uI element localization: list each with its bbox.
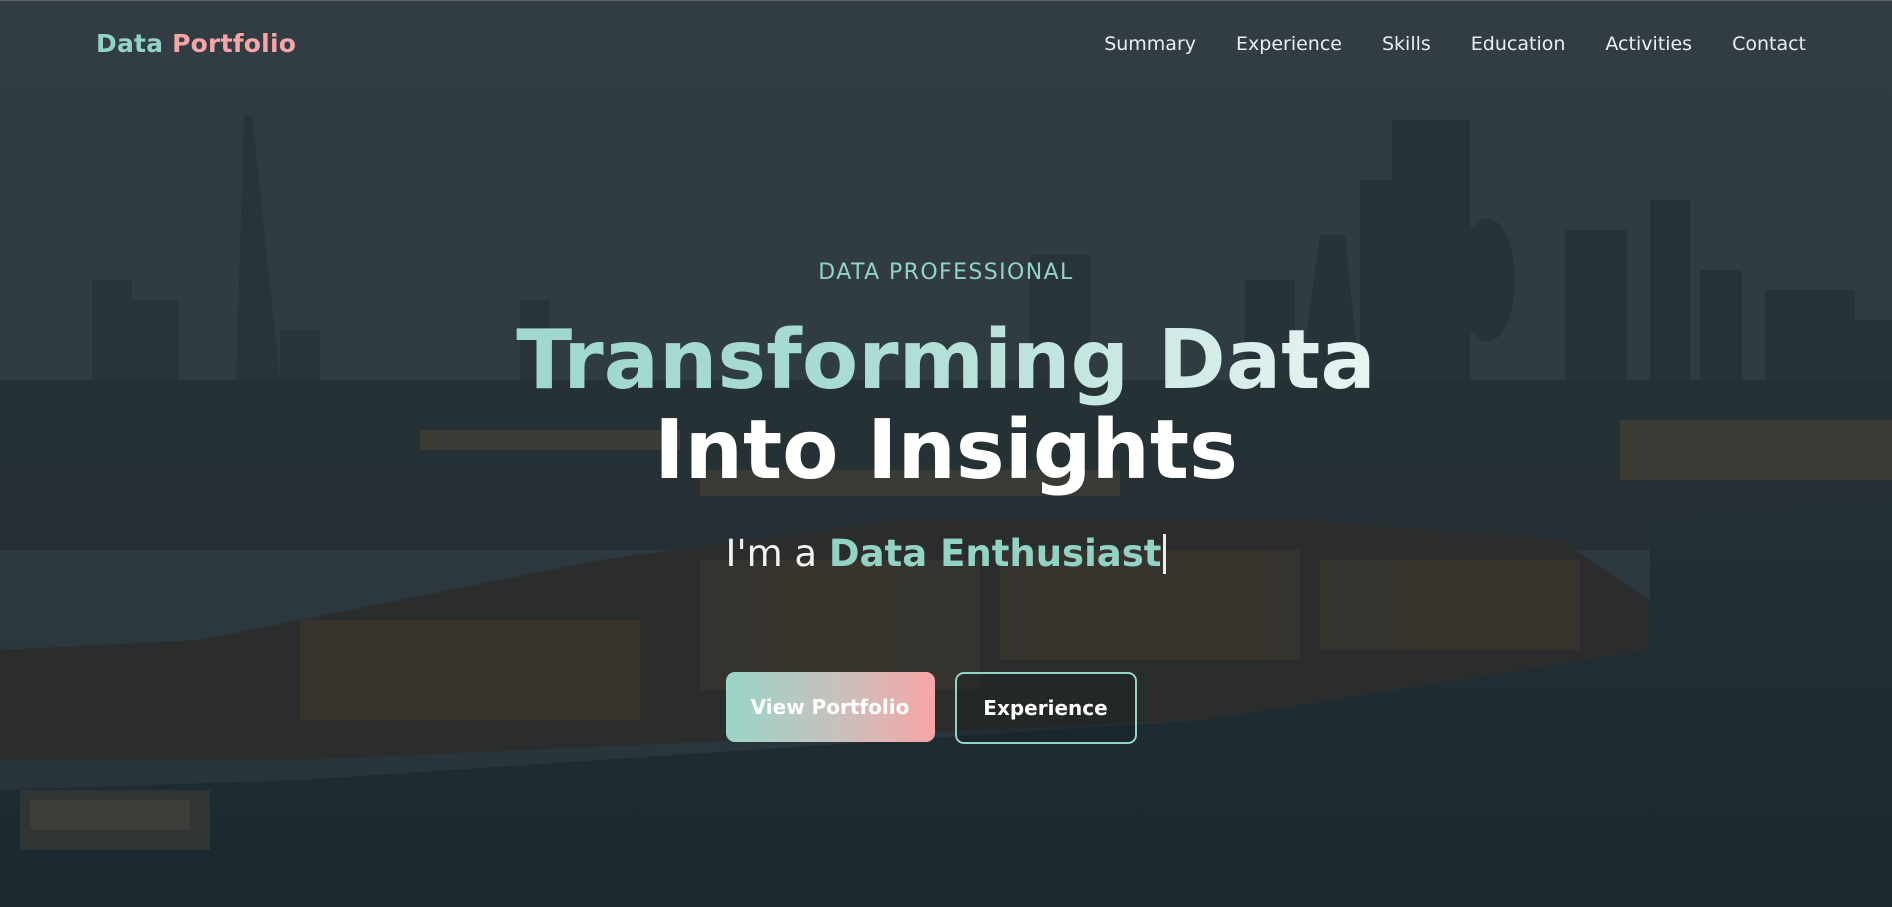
brand-text-primary: Data (96, 29, 164, 58)
hero-tagline: I'm a Data Enthusiast (0, 532, 1892, 575)
hero-headline-line1: Transforming Data (0, 316, 1892, 406)
hero-section: Data Portfolio Summary Experience Skills… (0, 0, 1892, 907)
nav-link-education[interactable]: Education (1471, 33, 1566, 55)
nav-link-activities[interactable]: Activities (1605, 33, 1692, 55)
top-navigation: Data Portfolio Summary Experience Skills… (0, 0, 1892, 90)
hero-headline: Transforming Data Into Insights (0, 316, 1892, 496)
hero-eyebrow: DATA PROFESSIONAL (818, 260, 1074, 285)
nav-link-contact[interactable]: Contact (1732, 33, 1806, 55)
brand-logo[interactable]: Data Portfolio (96, 29, 296, 58)
typing-caret (1163, 534, 1167, 574)
nav-links: Summary Experience Skills Education Acti… (1104, 33, 1806, 55)
nav-link-summary[interactable]: Summary (1104, 33, 1196, 55)
hero-headline-line2: Into Insights (654, 403, 1238, 498)
tagline-role: Data Enthusiast (828, 532, 1162, 575)
experience-button[interactable]: Experience (954, 672, 1137, 744)
view-portfolio-button[interactable]: View Portfolio (725, 672, 935, 742)
tagline-prefix: I'm a (725, 532, 829, 575)
nav-link-experience[interactable]: Experience (1236, 33, 1342, 55)
nav-link-skills[interactable]: Skills (1382, 33, 1431, 55)
brand-text-secondary: Portfolio (172, 29, 297, 58)
hero-cta-group: View Portfolio Experience (0, 672, 1892, 744)
